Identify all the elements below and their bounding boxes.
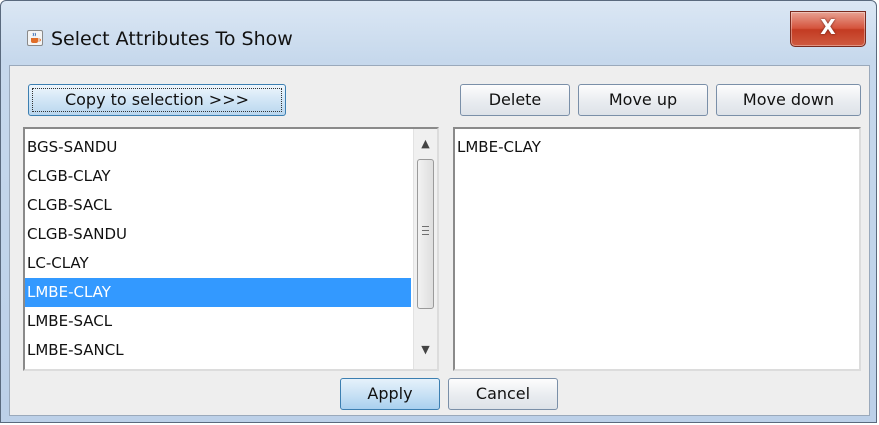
list-item[interactable]: LMBE-SANCL <box>25 336 411 365</box>
focus-ring <box>32 88 282 112</box>
scroll-up-icon[interactable]: ▲ <box>414 133 437 155</box>
vertical-scrollbar[interactable]: ▲ ▼ <box>413 129 437 369</box>
dialog-content: Copy to selection >>> Delete Move up Mov… <box>9 65 870 416</box>
available-attributes-list[interactable]: BGS-SANDU CLGB-CLAY CLGB-SACL CLGB-SANDU… <box>23 127 439 371</box>
close-button[interactable]: X <box>790 11 866 47</box>
scroll-thumb[interactable] <box>417 159 434 309</box>
java-coffee-cup-icon <box>27 30 43 46</box>
selected-attributes-list[interactable]: LMBE-CLAY <box>453 127 861 371</box>
window-title: Select Attributes To Show <box>51 28 293 50</box>
apply-button[interactable]: Apply <box>340 378 440 410</box>
title-bar[interactable]: Select Attributes To Show X <box>1 1 878 61</box>
copy-to-selection-button[interactable]: Copy to selection >>> <box>28 84 286 116</box>
grip-line <box>422 230 429 231</box>
close-icon: X <box>820 15 836 39</box>
scroll-down-icon[interactable]: ▼ <box>414 339 437 361</box>
cancel-button[interactable]: Cancel <box>448 378 558 410</box>
list-item[interactable]: LMBE-CLAY <box>455 133 855 162</box>
dialog-window: Select Attributes To Show X Copy to sele… <box>0 0 877 423</box>
list-item[interactable]: LMBE-SACL <box>25 307 411 336</box>
list-item[interactable]: LC-CLAY <box>25 249 411 278</box>
list-item[interactable]: BGS-SANDU <box>25 133 411 162</box>
grip-line <box>422 234 429 235</box>
list-item[interactable]: CLGB-CLAY <box>25 162 411 191</box>
move-down-button[interactable]: Move down <box>716 84 861 116</box>
list-item[interactable]: CLGB-SACL <box>25 191 411 220</box>
list-item-selected[interactable]: LMBE-CLAY <box>25 278 411 307</box>
delete-button[interactable]: Delete <box>460 84 570 116</box>
move-up-button[interactable]: Move up <box>578 84 708 116</box>
list-item[interactable]: CLGB-SANDU <box>25 220 411 249</box>
grip-line <box>422 226 429 227</box>
